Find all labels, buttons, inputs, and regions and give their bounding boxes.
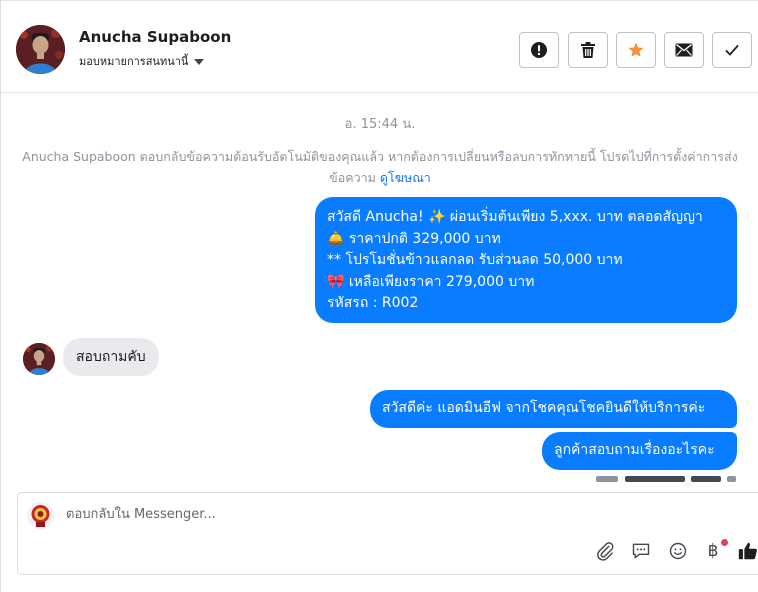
alert-circle-icon — [531, 42, 547, 58]
incoming-message[interactable]: สอบถามคับ — [63, 338, 159, 376]
emoji-icon — [669, 542, 687, 560]
assign-label: มอบหมายการสนทนานี้ — [79, 55, 189, 68]
inbox-conversation-panel: Anucha Supaboon มอบหมายการสนทนานี้ อ. 15… — [0, 0, 758, 592]
reply-text: สวัสดีค่ะ แอดมินอีฟ จากโชคคุณโชคยินดีให้… — [382, 400, 706, 417]
star-button[interactable] — [616, 32, 656, 68]
page-avatar — [27, 502, 54, 529]
delete-button[interactable] — [568, 32, 608, 68]
baht-payment-icon: ฿ — [707, 541, 719, 561]
message-composer: ฿ — [17, 492, 758, 575]
contact-name[interactable]: Anucha Supaboon — [79, 28, 231, 46]
notification-dot — [721, 539, 728, 546]
promo-line: รหัสรถ : R002 — [327, 295, 419, 311]
sender-avatar[interactable] — [23, 343, 55, 375]
promo-line: 🎀 เหลือเพียงราคา 279,000 บาท — [327, 273, 535, 290]
saved-replies-button[interactable] — [629, 539, 653, 563]
checkmark-icon — [725, 44, 739, 56]
thumbs-up-icon — [738, 542, 757, 560]
paperclip-icon — [597, 542, 614, 561]
attach-button[interactable] — [593, 539, 617, 563]
caret-down-icon — [194, 58, 205, 65]
promo-line: ** โปรโมชั่นข้าวแลกลด รับส่วนลด 50,000 บ… — [327, 252, 623, 268]
view-ad-link[interactable]: ดูโฆษณา — [380, 170, 431, 185]
star-icon — [628, 42, 644, 57]
outgoing-promo-message[interactable]: สวัสดี Anucha! ✨ ผ่อนเริ่มต้นเพียง 5,xxx… — [315, 197, 737, 323]
promo-line: 🛎️ ราคาปกติ 329,000 บาท — [327, 230, 501, 247]
emoji-button[interactable] — [666, 539, 690, 563]
trash-icon — [581, 42, 595, 58]
contact-avatar[interactable] — [16, 25, 65, 74]
like-button[interactable] — [736, 539, 758, 563]
message-timestamp: อ. 15:44 น. — [344, 117, 416, 132]
outgoing-reply-message[interactable]: ลูกค้าสอบถามเรื่องอะไรคะ — [542, 432, 737, 470]
outgoing-reply-message[interactable]: สวัสดีค่ะ แอดมินอีฟ จากโชคคุณโชคยินดีให้… — [370, 390, 737, 428]
reply-input[interactable] — [66, 503, 666, 525]
payment-button[interactable]: ฿ — [701, 539, 728, 563]
auto-reply-system-note: Anucha Supaboon ตอบกลับข้อความต้อนรับอัต… — [17, 146, 743, 188]
saved-replies-icon — [632, 543, 650, 559]
clipped-sender-caption — [591, 474, 741, 482]
promo-line: สวัสดี Anucha! ✨ ผ่อนเริ่มต้นเพียง 5,xxx… — [327, 209, 703, 225]
mark-spam-button[interactable] — [519, 32, 559, 68]
mark-unread-button[interactable] — [664, 32, 704, 68]
envelope-icon — [675, 43, 693, 57]
incoming-message-text: สอบถามคับ — [76, 349, 146, 365]
conversation-header: Anucha Supaboon มอบหมายการสนทนานี้ — [1, 0, 758, 93]
assign-conversation-dropdown[interactable]: มอบหมายการสนทนานี้ — [79, 52, 205, 70]
reply-text: ลูกค้าสอบถามเรื่องอะไรคะ — [554, 442, 715, 459]
mark-done-button[interactable] — [712, 32, 752, 68]
